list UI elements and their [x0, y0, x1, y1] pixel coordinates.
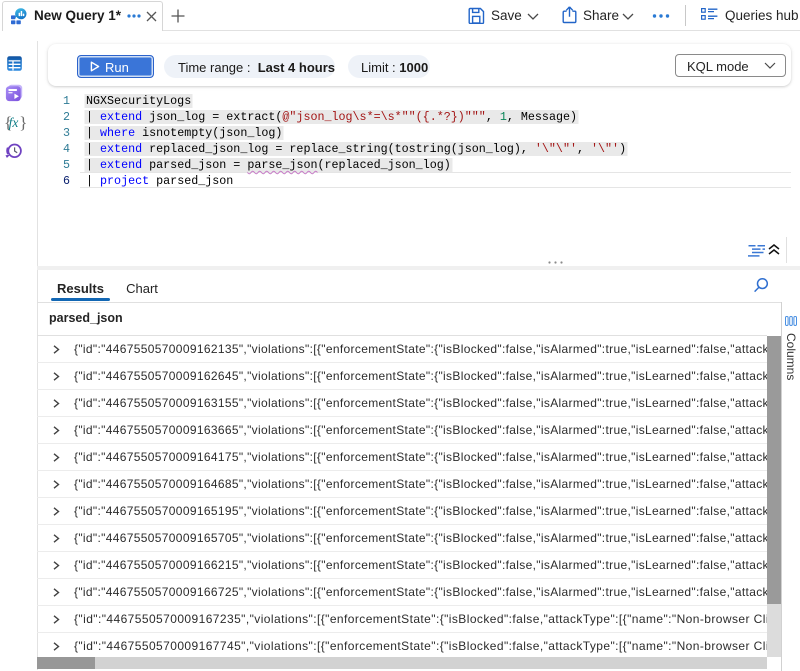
- svg-text:fx: fx: [9, 115, 19, 130]
- svg-text:}: }: [19, 113, 26, 132]
